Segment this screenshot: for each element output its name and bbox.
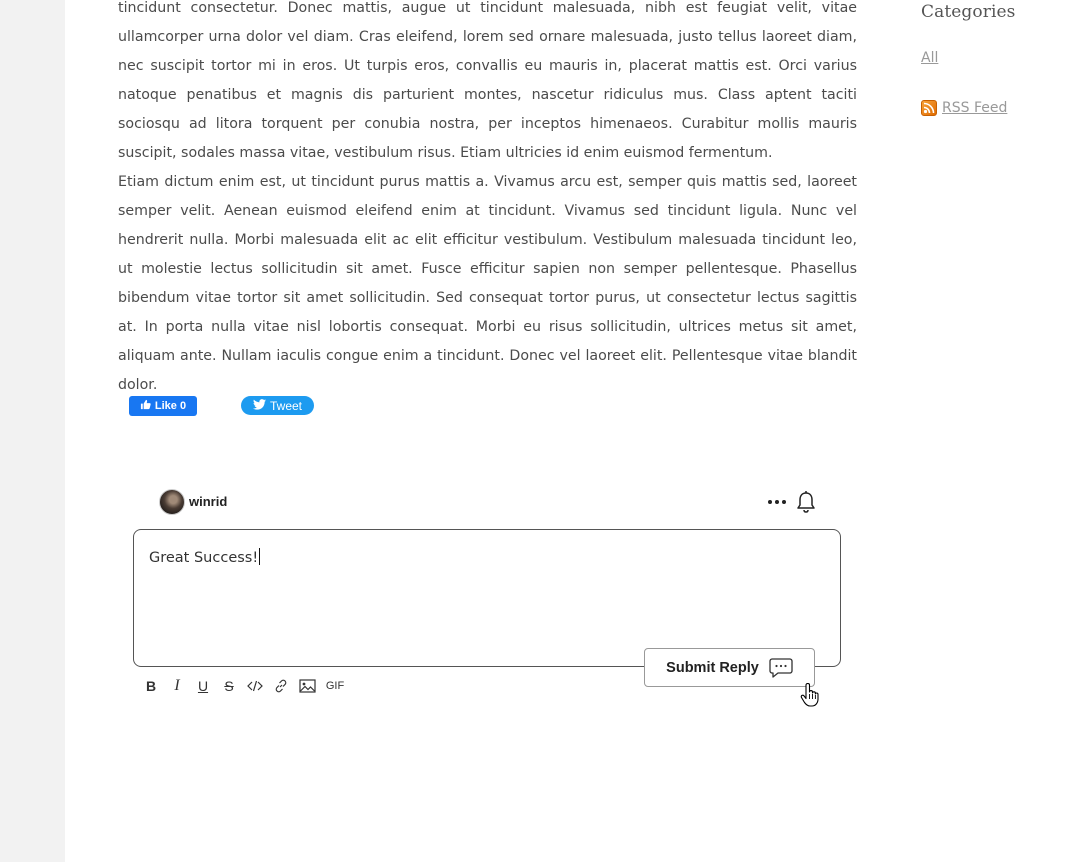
code-icon: [247, 680, 263, 692]
gif-button[interactable]: GIF: [320, 676, 350, 696]
category-all-link[interactable]: All: [921, 50, 938, 66]
categories-heading: Categories: [921, 2, 1016, 22]
image-button[interactable]: [294, 676, 320, 696]
bold-button[interactable]: B: [138, 676, 164, 696]
social-buttons: Like 0 Tweet: [129, 396, 314, 416]
image-icon: [298, 679, 316, 693]
facebook-like-button[interactable]: Like 0: [129, 396, 197, 416]
comment-header: winrid: [159, 488, 819, 518]
formatting-toolbar: B I U S GIF: [138, 676, 350, 696]
hand-pointer-cursor-icon: [800, 682, 820, 711]
avatar: [159, 489, 185, 515]
more-options-icon[interactable]: [765, 492, 789, 512]
editor-content[interactable]: Great Success!: [149, 548, 261, 566]
thumbs-up-icon: [140, 399, 151, 413]
code-button[interactable]: [242, 676, 268, 696]
sidebar: Categories All RSS Feed: [921, 0, 1061, 116]
rss-feed[interactable]: RSS Feed: [921, 100, 1007, 116]
article-paragraph-2: Etiam dictum enim est, ut tincidunt puru…: [118, 174, 857, 393]
bell-icon[interactable]: [795, 490, 817, 518]
article-body: tincidunt consectetur. Donec mattis, aug…: [118, 0, 857, 400]
rss-feed-link[interactable]: RSS Feed: [942, 100, 1007, 116]
rss-icon: [921, 100, 937, 116]
link-button[interactable]: [268, 676, 294, 696]
submit-reply-label: Submit Reply: [666, 659, 759, 676]
italic-button[interactable]: I: [164, 676, 190, 696]
reply-editor[interactable]: Great Success!: [133, 529, 841, 667]
tweet-label: Tweet: [269, 398, 302, 413]
link-icon: [275, 679, 287, 693]
chat-bubble-icon: [769, 657, 793, 678]
like-label: Like 0: [154, 400, 187, 412]
underline-button[interactable]: U: [190, 676, 216, 696]
twitter-bird-icon: [252, 398, 266, 413]
editor-text-value: Great Success!: [149, 550, 259, 566]
left-gutter: [0, 0, 65, 862]
submit-reply-button[interactable]: Submit Reply: [644, 648, 815, 687]
username: winrid: [189, 494, 228, 509]
text-caret: [259, 548, 261, 565]
tweet-button[interactable]: Tweet: [241, 396, 314, 415]
strikethrough-button[interactable]: S: [216, 676, 242, 696]
article-paragraph-1: tincidunt consectetur. Donec mattis, aug…: [118, 0, 857, 161]
